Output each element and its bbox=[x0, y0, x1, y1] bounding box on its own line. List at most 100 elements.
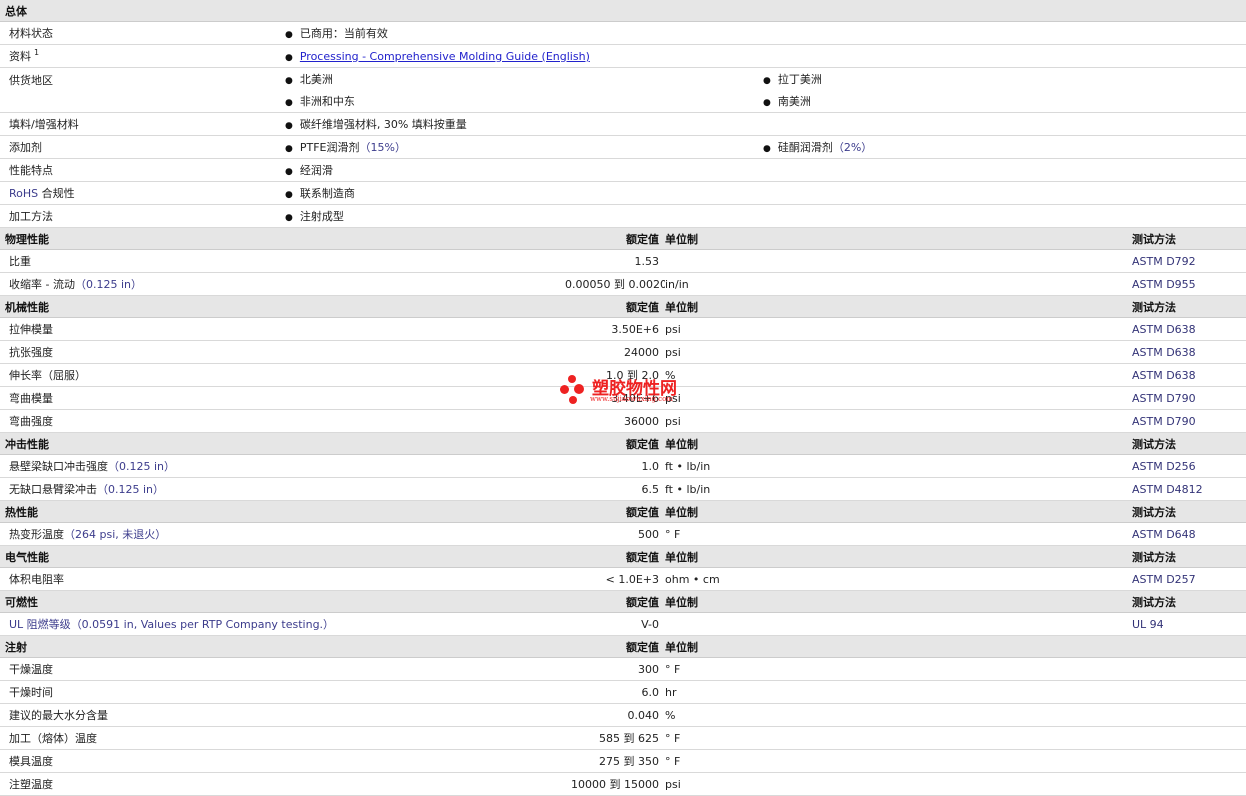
logo-dot-icon bbox=[560, 385, 569, 394]
property-unit: psi bbox=[665, 772, 1132, 796]
test-method: ASTM D790 bbox=[1132, 409, 1246, 433]
property-unit: psi bbox=[665, 386, 1132, 410]
section-title: 物理性能 bbox=[0, 227, 565, 250]
method-header: 测试方法 bbox=[1132, 227, 1246, 250]
property-row: 建议的最大水分含量 0.040% bbox=[0, 703, 1246, 727]
unit-header: 单位制 bbox=[665, 295, 1132, 318]
property-label: 加工（熔体）温度 bbox=[0, 726, 565, 750]
section-header: 可燃性 额定值 单位制 测试方法 bbox=[0, 590, 1246, 613]
property-row: 无缺口悬臂梁冲击（0.125 in） 6.5 ft • lb/in ASTM D481… bbox=[0, 477, 1246, 501]
row-label: 填料/增强材料 bbox=[0, 112, 285, 136]
bullet-item: 经润滑 bbox=[285, 162, 333, 178]
property-label: 建议的最大水分含量 bbox=[0, 703, 565, 727]
row-features: 性能特点 经润滑 bbox=[0, 158, 1246, 182]
row-rohs: RoHS 合规性 联系制造商 bbox=[0, 181, 1246, 205]
property-value: 6.0 bbox=[565, 680, 665, 704]
method-header: 测试方法 bbox=[1132, 432, 1246, 455]
property-row: 抗张强度 24000 psi ASTM D638 bbox=[0, 340, 1246, 364]
property-row: 热变形温度（264 psi, 未退火） 500 ° F ASTM D648 bbox=[0, 522, 1246, 546]
region-item: 拉丁美洲 bbox=[763, 71, 822, 87]
property-label: 弯曲强度 bbox=[0, 409, 565, 433]
section-title: 机械性能 bbox=[0, 295, 565, 318]
test-method: ASTM D638 bbox=[1132, 340, 1246, 364]
property-row: 干燥时间 6.0 hr bbox=[0, 680, 1246, 704]
value-header: 额定值 bbox=[565, 590, 665, 613]
property-row: 模具温度 275 到 350 ° F bbox=[0, 749, 1246, 773]
property-unit: ° F bbox=[665, 726, 1132, 750]
property-label: 体积电阻率 bbox=[0, 567, 565, 591]
property-value: 6.5 bbox=[565, 477, 665, 501]
property-value: 300 bbox=[565, 657, 665, 681]
method-header: 测试方法 bbox=[1132, 500, 1246, 523]
property-value: 1.0 bbox=[565, 454, 665, 478]
property-unit: ft • lb/in bbox=[665, 477, 1132, 501]
bullet-item: 注射成型 bbox=[285, 208, 344, 224]
method-header: 测试方法 bbox=[1132, 590, 1246, 613]
property-value: 10000 到 15000 bbox=[565, 772, 665, 796]
section-title: 电气性能 bbox=[0, 545, 565, 568]
region-item: 南美洲 bbox=[763, 93, 811, 109]
property-unit: psi bbox=[665, 340, 1132, 364]
property-note: （0.0591 in, Values per RTP Company testi… bbox=[70, 618, 335, 631]
section-header: 电气性能 额定值 单位制 测试方法 bbox=[0, 545, 1246, 568]
row-label: 资料 1 bbox=[0, 44, 285, 68]
property-label: 无缺口悬臂梁冲击（0.125 in） bbox=[0, 477, 565, 501]
region-item: 北美洲 bbox=[285, 71, 333, 87]
property-unit: ohm • cm bbox=[665, 567, 1132, 591]
bullet-item: 碳纤维增强材料, 30% 填料按重量 bbox=[285, 116, 467, 132]
property-value: 3.50E+6 bbox=[565, 317, 665, 341]
property-value: 585 到 625 bbox=[565, 726, 665, 750]
property-unit: in/in bbox=[665, 272, 1132, 296]
row-label: 材料状态 bbox=[0, 21, 285, 45]
property-row: 体积电阻率 < 1.0E+3 ohm • cm ASTM D257 bbox=[0, 567, 1246, 591]
property-note: （0.125 in） bbox=[74, 278, 142, 291]
test-method: ASTM D638 bbox=[1132, 363, 1246, 387]
property-value: 36000 bbox=[565, 409, 665, 433]
property-unit: hr bbox=[665, 680, 1132, 704]
test-method bbox=[1132, 772, 1246, 796]
bullet-item: Processing - Comprehensive Molding Guide… bbox=[285, 50, 590, 63]
footnote-marker: 1 bbox=[34, 48, 40, 58]
property-value: 24000 bbox=[565, 340, 665, 364]
logo-dot-icon bbox=[568, 375, 576, 383]
property-label: 注塑温度 bbox=[0, 772, 565, 796]
bullet-item: 已商用：当前有效 bbox=[285, 25, 388, 41]
section-title: 总体 bbox=[0, 0, 1246, 22]
value-header: 额定值 bbox=[565, 545, 665, 568]
watermark-url: www.sujiaowuxing.com bbox=[590, 395, 673, 403]
property-row: 悬壁梁缺口冲击强度（0.125 in） 1.0 ft • lb/in ASTM D25… bbox=[0, 454, 1246, 478]
property-unit: % bbox=[665, 703, 1132, 727]
bullet-item: 联系制造商 bbox=[285, 185, 355, 201]
row-label: 加工方法 bbox=[0, 204, 285, 228]
section-title: 注射 bbox=[0, 635, 565, 658]
property-value: V-0 bbox=[565, 612, 665, 636]
property-unit bbox=[665, 249, 1132, 273]
molding-guide-link[interactable]: Processing - Comprehensive Molding Guide… bbox=[300, 50, 590, 63]
property-note: （0.125 in） bbox=[97, 483, 165, 496]
section-header: 机械性能 额定值 单位制 测试方法 bbox=[0, 295, 1246, 318]
property-row: 干燥温度 300 ° F bbox=[0, 657, 1246, 681]
property-value: < 1.0E+3 bbox=[565, 567, 665, 591]
property-label: 比重 bbox=[0, 249, 565, 273]
unit-header: 单位制 bbox=[665, 635, 1132, 658]
section-header: 热性能 额定值 单位制 测试方法 bbox=[0, 500, 1246, 523]
test-method: ASTM D256 bbox=[1132, 454, 1246, 478]
value-header: 额定值 bbox=[565, 227, 665, 250]
row-processing-method: 加工方法 注射成型 bbox=[0, 204, 1246, 228]
method-header: 测试方法 bbox=[1132, 545, 1246, 568]
row-label: 供货地区 bbox=[0, 67, 285, 113]
property-label: 热变形温度（264 psi, 未退火） bbox=[0, 522, 565, 546]
property-unit: ft • lb/in bbox=[665, 454, 1132, 478]
property-value: 0.040 bbox=[565, 703, 665, 727]
test-method: ASTM D955 bbox=[1132, 272, 1246, 296]
section-header-general: 总体 bbox=[0, 0, 1246, 22]
unit-header: 单位制 bbox=[665, 590, 1132, 613]
property-row: 注塑温度 10000 到 15000 psi bbox=[0, 772, 1246, 796]
row-label: 添加剂 bbox=[0, 135, 285, 159]
row-label: 性能特点 bbox=[0, 158, 285, 182]
test-method: ASTM D4812 bbox=[1132, 477, 1246, 501]
value-header: 额定值 bbox=[565, 635, 665, 658]
unit-header: 单位制 bbox=[665, 227, 1132, 250]
property-note: （0.125 in） bbox=[108, 460, 176, 473]
bullet-item: PTFE润滑剂（15%） bbox=[285, 139, 406, 155]
